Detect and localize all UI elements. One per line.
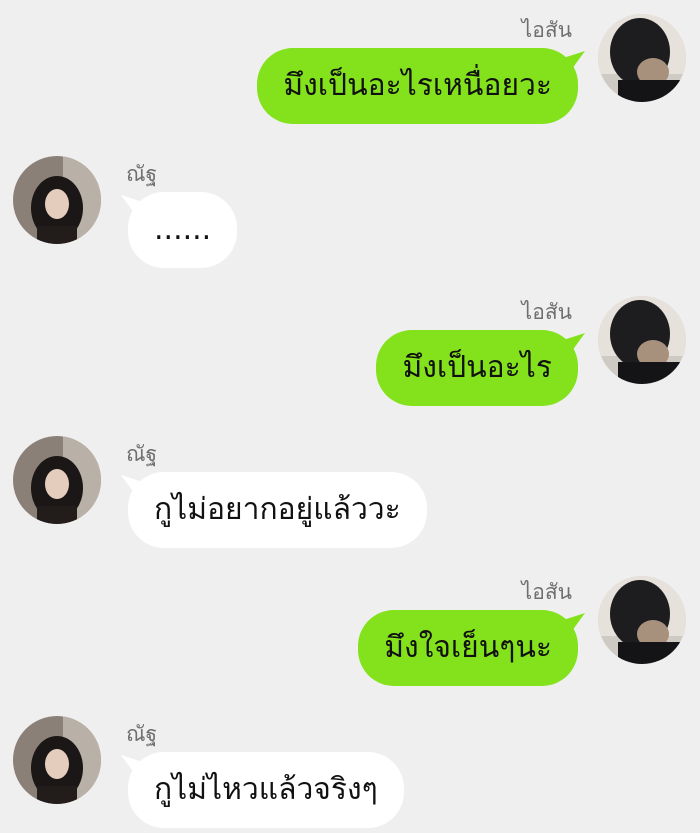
sender-avatar[interactable] [13, 716, 101, 804]
avatar-photo-icon [598, 296, 686, 384]
sender-avatar[interactable] [598, 576, 686, 664]
sender-avatar[interactable] [598, 296, 686, 384]
incoming-message-bubble[interactable]: กูไม่อยากอยู่แล้ววะ [116, 472, 427, 548]
bubble-tail [116, 474, 142, 498]
incoming-message-bubble[interactable]: กูไม่ไหวแล้วจริงๆ [116, 752, 404, 828]
bubble-tail [564, 332, 590, 356]
sender-avatar[interactable] [598, 14, 686, 102]
sender-name: ณัฐ [126, 722, 158, 746]
bubble-tail [116, 754, 142, 778]
message-row: ไอสัน มึงเป็นอะไรเหนื่อยวะ [0, 0, 700, 130]
message-text: มึงเป็นอะไรเหนื่อยวะ [283, 68, 552, 103]
message-row: ณัฐ กูไม่ไหวแล้วจริงๆ [0, 702, 700, 832]
avatar-photo-icon [13, 716, 101, 804]
message-text: มึงเป็นอะไร [402, 350, 552, 385]
message-text: มึงใจเย็นๆนะ [384, 630, 552, 665]
outgoing-message-bubble[interactable]: มึงเป็นอะไร [376, 330, 590, 406]
outgoing-message-bubble[interactable]: มึงเป็นอะไรเหนื่อยวะ [257, 48, 590, 124]
message-row: ไอสัน มึงใจเย็นๆนะ [0, 562, 700, 692]
message-text: กูไม่อยากอยู่แล้ววะ [154, 492, 401, 527]
chat-thread: ไอสัน มึงเป็นอะไรเหนื่อยวะ ณัฐ ...... ไอ… [0, 0, 700, 833]
sender-name: ณัฐ [126, 442, 158, 466]
message-text: ...... [154, 212, 212, 247]
avatar-photo-icon [598, 576, 686, 664]
avatar-photo-icon [13, 436, 101, 524]
sender-name: ไอสัน [521, 18, 572, 42]
sender-name: ไอสัน [521, 580, 572, 604]
message-text: กูไม่ไหวแล้วจริงๆ [154, 772, 378, 807]
message-row: ณัฐ กูไม่อยากอยู่แล้ววะ [0, 422, 700, 552]
bubble-tail [564, 612, 590, 636]
sender-name: ไอสัน [521, 300, 572, 324]
avatar-photo-icon [13, 156, 101, 244]
message-row: ไอสัน มึงเป็นอะไร [0, 282, 700, 412]
sender-avatar[interactable] [13, 436, 101, 524]
bubble-tail [116, 194, 142, 218]
avatar-photo-icon [598, 14, 686, 102]
incoming-message-bubble[interactable]: ...... [116, 192, 238, 268]
message-row: ณัฐ ...... [0, 142, 700, 272]
outgoing-message-bubble[interactable]: มึงใจเย็นๆนะ [358, 610, 590, 686]
bubble-tail [564, 50, 590, 74]
sender-name: ณัฐ [126, 162, 158, 186]
sender-avatar[interactable] [13, 156, 101, 244]
